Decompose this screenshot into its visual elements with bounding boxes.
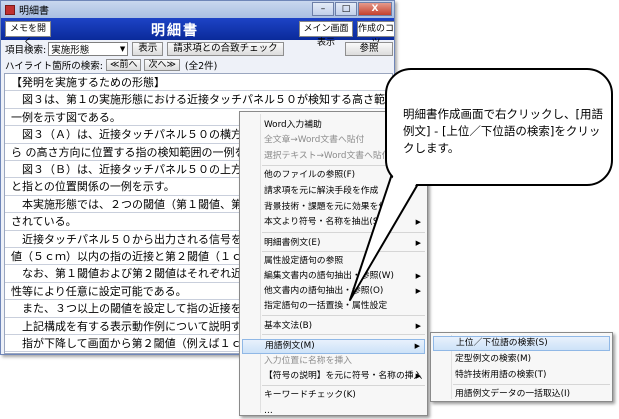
menu-separator <box>262 385 425 386</box>
submenu-item[interactable]: 用語例文データの一括取込(I) <box>433 387 610 402</box>
submenu-item[interactable]: 定型例文の検索(M) <box>433 352 610 367</box>
menu-item-label: 入力位置に名称を挿入 <box>264 356 352 366</box>
menu-item-label: 請求項を元に解決手段を作成 <box>264 186 379 196</box>
context-menu-item[interactable]: 【符号の説明】を元に符号・名称の挿入 ▶ <box>242 369 425 384</box>
submenu-arrow-icon: ▶ <box>415 218 421 226</box>
window-title: 明細書 <box>19 6 49 17</box>
submenu-arrow-icon: ▶ <box>415 272 421 280</box>
next-button[interactable]: 次へ≫ <box>144 59 180 71</box>
context-menu-item[interactable]: 請求項を元に解決手段を作成 <box>242 184 425 199</box>
context-menu-item: 入力位置に名称を挿入 <box>242 354 425 369</box>
submenu-arrow-icon: ▶ <box>415 322 421 330</box>
title-bar[interactable]: 明細書 – □ X <box>1 1 394 18</box>
show-button[interactable]: 表示 <box>132 42 164 56</box>
menu-item-label: … <box>264 406 273 416</box>
menu-item-label: 【符号の説明】を元に符号・名称の挿入 <box>264 371 423 381</box>
context-menu-item[interactable]: 指定語句の一括置換・属性設定 <box>242 299 425 314</box>
callout-text: 明細書作成画面で右クリックし、[用語例文] - [上位／下位語の検索]をクリック… <box>403 107 603 155</box>
highlight-count: (全2件) <box>184 61 218 72</box>
context-menu-item[interactable]: 用語例文(M) ▶ <box>242 339 425 354</box>
context-menu-item[interactable]: … <box>242 404 425 419</box>
context-menu-item[interactable]: 編集文書内の語句抽出・参照(W) ▶ <box>242 269 425 284</box>
callout-bubble: 明細書作成画面で右クリックし、[用語例文] - [上位／下位語の検索]をクリック… <box>385 68 613 186</box>
chevron-down-icon: ▼ <box>119 45 126 53</box>
menu-item-label: 他のファイルの参照(F) <box>264 170 356 180</box>
menu-item-label: キーワードチェック(K) <box>264 390 356 400</box>
menu-separator <box>453 384 610 385</box>
submenu-arrow-icon: ▶ <box>415 239 421 247</box>
minimize-button[interactable]: – <box>312 2 334 16</box>
window-controls: – □ X <box>312 2 392 16</box>
menu-item-label: 基本文法(B) <box>264 321 313 331</box>
submenu-item[interactable]: 上位／下位語の検索(S) <box>433 336 610 351</box>
context-menu-item[interactable]: キーワードチェック(K) <box>242 388 425 403</box>
doc-title: 明細書 <box>151 23 199 39</box>
submenu-arrow-icon: ▶ <box>415 372 421 380</box>
term-example-submenu: 上位／下位語の検索(S) 定型例文の検索(M) 特許技術用語の検索(T) 用語例文デー… <box>430 332 613 402</box>
item-search-row: 項目検索: 実施形態 ▼ 表示 請求項との合致チェック 参照 <box>1 41 394 57</box>
open-memo-button[interactable]: メモを開く <box>5 21 51 48</box>
claim-check-button[interactable]: 請求項との合致チェック <box>167 42 284 56</box>
context-menu-item[interactable]: 属性設定語句の参照 <box>242 254 425 269</box>
menu-item-label: 本文より符号・名称を抽出(S) <box>264 217 382 227</box>
submenu-arrow-icon: ▶ <box>415 287 421 295</box>
header-bar: メモを開く 明細書 メイン画面表示 作成のコツ <box>1 18 394 48</box>
app-icon <box>5 4 15 15</box>
context-menu-item[interactable]: 基本文法(B) ▶ <box>242 319 425 334</box>
menu-item-label: 属性設定語句の参照 <box>264 256 344 266</box>
close-button[interactable]: X <box>358 2 392 16</box>
menu-item-label: 他文書内の語句抽出・参照(O) <box>264 286 384 296</box>
submenu-arrow-icon: ▶ <box>414 342 420 350</box>
menu-separator <box>262 251 425 252</box>
item-search-select[interactable]: 実施形態 ▼ <box>48 42 129 56</box>
paragraph-row[interactable]: 図３は、第１の実施形態における近接タッチパネル５０が検知する高さ範囲の <box>5 91 392 109</box>
item-search-label: 項目検索: <box>5 45 47 56</box>
context-menu-item[interactable]: 本文より符号・名称を抽出(S) ▶ <box>242 215 425 230</box>
highlight-search-row: ハイライト箇所の検索: ≪前へ 次へ≫ (全2件) <box>1 58 394 72</box>
highlight-search-label: ハイライト箇所の検索: <box>5 61 104 72</box>
menu-separator <box>262 315 425 316</box>
menu-item-label: 明細書例文(E) <box>264 238 321 248</box>
item-search-selected: 実施形態 <box>51 45 90 56</box>
reference-button[interactable]: 参照 <box>345 42 393 56</box>
submenu-item[interactable]: 特許技術用語の検索(T) <box>433 368 610 383</box>
maximize-button[interactable]: □ <box>335 2 357 16</box>
paragraph-row[interactable]: 【発明を実施するための形態】 <box>5 74 392 92</box>
menu-item-label: 選択テキスト→Word文書へ貼付 <box>264 151 391 161</box>
menu-item-label: Word入力補助 <box>264 120 322 130</box>
menu-item-label: 指定語句の一括置換・属性設定 <box>264 301 388 311</box>
tips-button[interactable]: 作成のコツ <box>357 21 394 48</box>
context-menu-item[interactable]: 他文書内の語句抽出・参照(O) ▶ <box>242 284 425 299</box>
menu-item-label: 用語例文(M) <box>265 341 315 351</box>
context-menu-item[interactable]: 明細書例文(E) ▶ <box>242 236 425 251</box>
menu-separator <box>262 232 425 233</box>
menu-item-label: 背景技術・課題を元に効果を作成 <box>264 202 396 212</box>
menu-item-label: 全文章→Word文書へ貼付 <box>264 135 365 145</box>
prev-button[interactable]: ≪前へ <box>106 59 142 71</box>
context-menu-item[interactable]: 背景技術・課題を元に効果を作成 <box>242 200 425 215</box>
menu-separator <box>262 334 425 335</box>
menu-item-label: 編集文書内の語句抽出・参照(W) <box>264 271 394 281</box>
main-screen-button[interactable]: メイン画面表示 <box>299 21 353 48</box>
